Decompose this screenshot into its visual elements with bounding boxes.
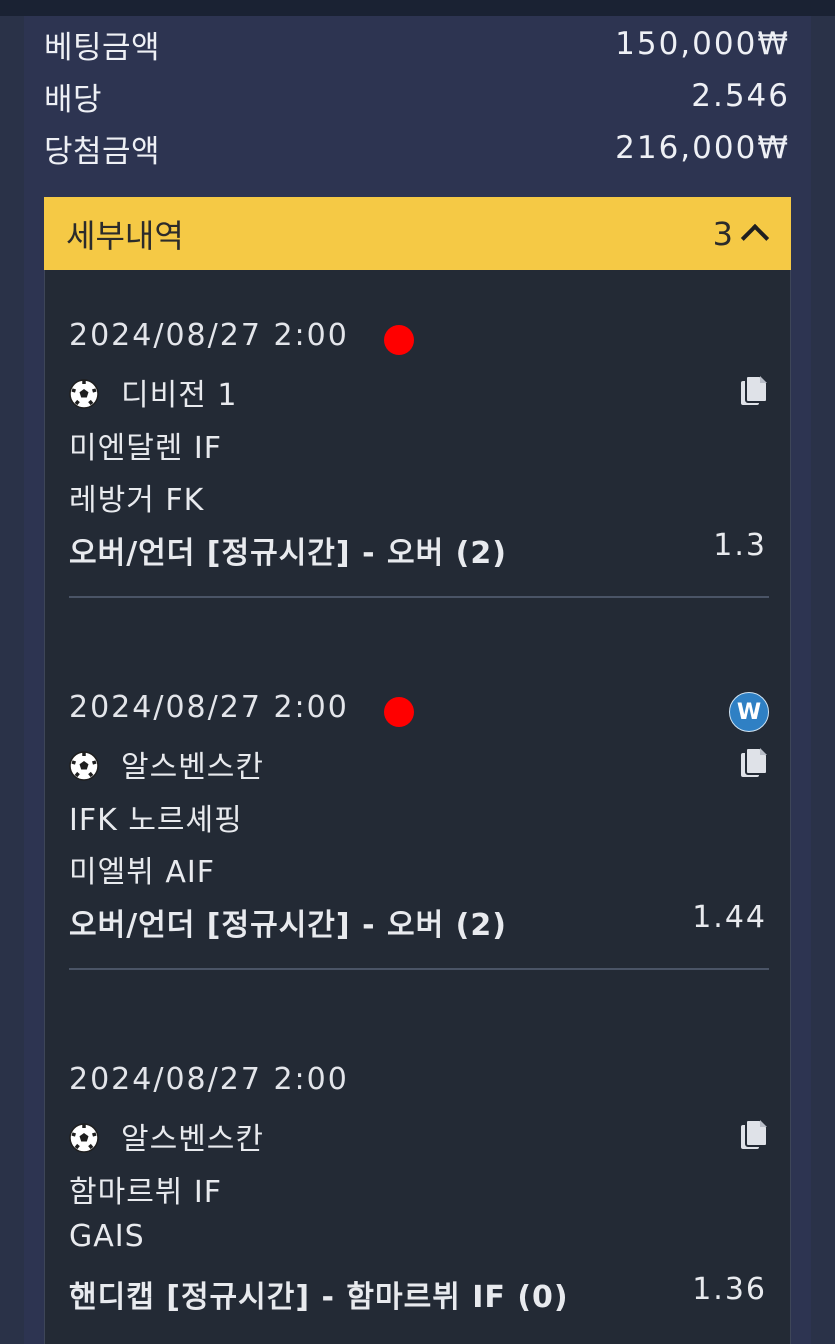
bet-amount-value: 150,000₩ (615, 26, 790, 62)
bet-away-team: 미엘뷔 AIF (69, 855, 215, 890)
live-status-dot (384, 325, 414, 355)
win-amount-row: 당첨금액 216,000₩ (44, 122, 790, 174)
bet-amount-label: 베팅금액 (44, 29, 161, 66)
copy-icon[interactable] (739, 374, 769, 408)
details-count: 3 (712, 214, 733, 253)
bet-away-team: GAIS (69, 1219, 145, 1254)
bet-league: 알스벤스칸 (121, 1122, 264, 1157)
bet-league-line: 디비전 1 (69, 370, 237, 414)
bet-league-line: 알스벤스칸 (69, 1114, 264, 1158)
divider (69, 968, 769, 970)
win-amount-value: 216,000₩ (615, 130, 790, 166)
copy-icon[interactable] (739, 1118, 769, 1152)
bet-item: 2024/08/27 2:00 W 알스벤스칸 IFK 노르셰핑 미엘뷔 AIF… (69, 690, 769, 980)
bet-datetime: 2024/08/27 2:00 (69, 1062, 349, 1097)
soccer-ball-icon (69, 751, 99, 781)
right-gutter (811, 16, 835, 1344)
details-list: 2024/08/27 2:00 디비전 1 미엔달렌 IF 레방거 FK 오버/… (44, 270, 791, 1344)
bet-league: 알스벤스칸 (121, 750, 264, 785)
bet-datetime: 2024/08/27 2:00 (69, 318, 349, 353)
bet-home-team: 미엔달렌 IF (69, 431, 223, 466)
bet-pick: 핸디캡 [정규시간] - 함마르뷔 IF (0) (69, 1280, 569, 1315)
bet-amount-row: 베팅금액 150,000₩ (44, 18, 790, 70)
bet-datetime: 2024/08/27 2:00 (69, 690, 349, 725)
bet-home-team: 함마르뷔 IF (69, 1175, 223, 1210)
bet-pick: 오버/언더 [정규시간] - 오버 (2) (69, 536, 507, 571)
bet-item: 2024/08/27 2:00 디비전 1 미엔달렌 IF 레방거 FK 오버/… (69, 318, 769, 608)
details-title: 세부내역 (66, 216, 184, 255)
top-bar (0, 0, 835, 16)
win-badge: W (729, 692, 769, 732)
chevron-up-icon[interactable] (740, 223, 770, 252)
bet-league: 디비전 1 (121, 378, 238, 413)
bet-home-team: IFK 노르셰핑 (69, 803, 243, 838)
odds-row: 배당 2.546 (44, 70, 790, 122)
soccer-ball-icon (69, 379, 99, 409)
bet-league-line: 알스벤스칸 (69, 742, 264, 786)
odds-value: 2.546 (691, 78, 790, 114)
divider (69, 596, 769, 598)
bet-odds: 1.44 (692, 900, 767, 935)
copy-icon[interactable] (739, 746, 769, 780)
bet-odds: 1.3 (713, 528, 767, 563)
bet-away-team: 레방거 FK (69, 483, 205, 518)
bet-pick: 오버/언더 [정규시간] - 오버 (2) (69, 908, 507, 943)
win-amount-label: 당첨금액 (44, 133, 161, 170)
left-gutter (0, 16, 24, 1344)
odds-label: 배당 (44, 81, 103, 118)
live-status-dot (384, 697, 414, 727)
bet-item: 2024/08/27 2:00 알스벤스칸 함마르뷔 IF GAIS 핸디캡 [… (69, 1062, 769, 1332)
soccer-ball-icon (69, 1123, 99, 1153)
details-toggle-header[interactable]: 세부내역 3 (44, 197, 791, 270)
bet-odds: 1.36 (692, 1272, 767, 1307)
